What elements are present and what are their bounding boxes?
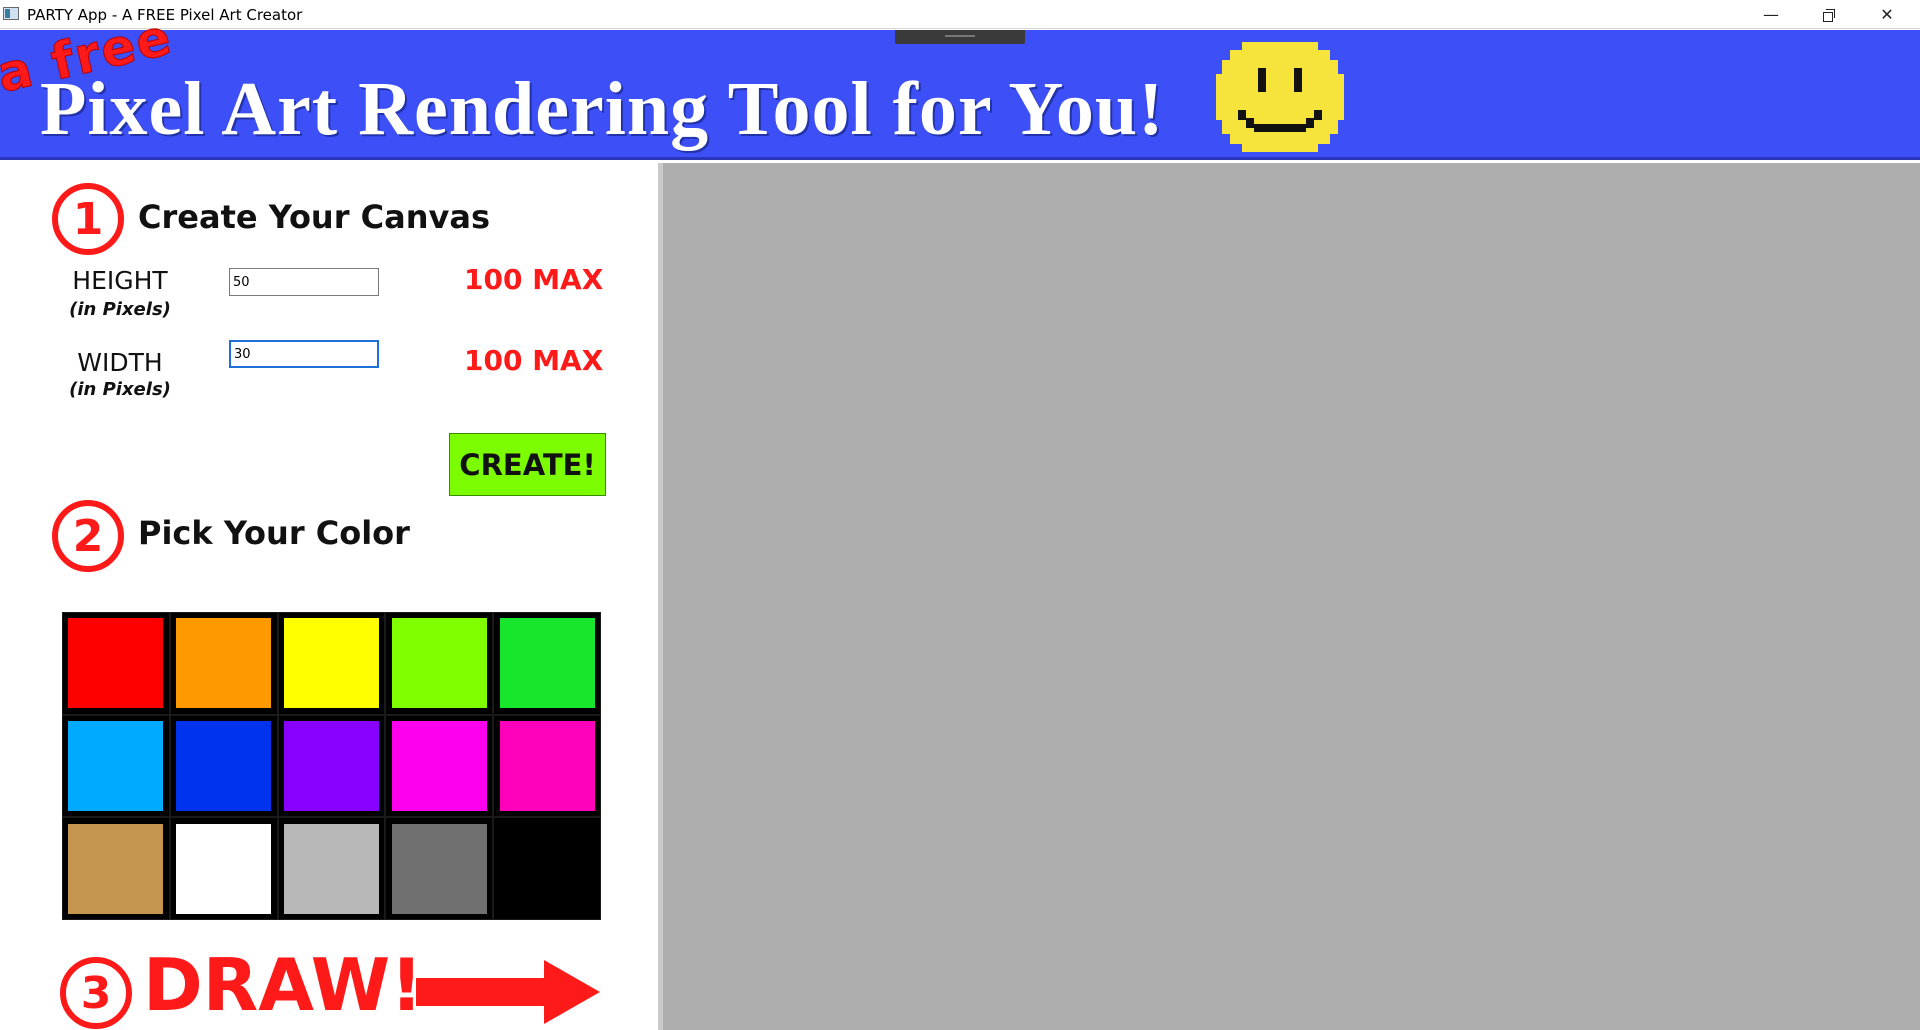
drawing-canvas[interactable] [663,163,1920,1030]
width-input[interactable] [229,340,379,368]
header-banner: Pixel Art Rendering Tool for You! a free [0,7,1920,160]
close-button[interactable]: ✕ [1858,0,1916,29]
height-unit-label: (in Pixels) [69,299,171,320]
width-label: WIDTH [77,348,163,377]
restore-button[interactable] [1800,0,1858,29]
color-palette [62,612,601,920]
color-swatch[interactable] [499,618,595,709]
width-max-note: 100 MAX [464,344,604,377]
color-swatch[interactable] [391,720,487,811]
color-swatch[interactable] [176,720,272,811]
palette-cell [493,714,601,818]
color-swatch[interactable] [68,618,164,709]
palette-cell [385,817,494,920]
step-1-title: Create Your Canvas [138,198,490,236]
step-2-title: Pick Your Color [138,514,410,552]
color-swatch[interactable] [283,720,379,811]
restore-icon [1823,8,1835,22]
controls-panel: 1 Create Your Canvas HEIGHT (in Pixels) … [0,163,660,1030]
smiley-face-icon [1216,42,1344,152]
close-icon: ✕ [1880,5,1894,24]
color-swatch[interactable] [283,823,379,914]
color-swatch[interactable] [68,823,164,914]
step-3-badge: 3 [60,957,132,1029]
minimize-icon: — [1763,5,1779,24]
color-swatch[interactable] [499,720,595,811]
height-max-note: 100 MAX [464,263,604,296]
palette-cell [62,714,170,818]
step-1-badge: 1 [52,183,124,255]
height-input[interactable] [229,268,379,296]
palette-cell [385,612,494,715]
right-arrow-icon [416,960,600,1024]
create-button[interactable]: CREATE! [449,433,606,496]
app-icon [3,7,19,20]
palette-cell [493,817,601,920]
color-swatch[interactable] [391,823,487,914]
color-swatch[interactable] [391,618,487,709]
window-titlebar: PARTY App - A FREE Pixel Art Creator — ✕ [0,0,1920,29]
color-swatch[interactable] [176,618,272,709]
width-unit-label: (in Pixels) [69,379,171,400]
palette-cell [493,612,601,715]
palette-cell [169,817,278,920]
color-swatch[interactable] [283,618,379,709]
color-swatch[interactable] [68,720,164,811]
color-swatch[interactable] [176,823,272,914]
minimize-button[interactable]: — [1742,0,1800,29]
palette-cell [277,714,386,818]
palette-cell [62,612,170,715]
drag-handle[interactable] [895,30,1025,44]
banner-title: Pixel Art Rendering Tool for You! [40,67,1165,151]
palette-cell [385,714,494,818]
step-2-badge: 2 [52,500,124,572]
palette-cell [169,612,278,715]
palette-cell [277,612,386,715]
palette-cell [277,817,386,920]
palette-cell [169,714,278,818]
height-label: HEIGHT [72,266,168,295]
palette-cell [62,817,170,920]
color-swatch[interactable] [499,823,595,914]
draw-label: DRAW! [143,943,423,1027]
